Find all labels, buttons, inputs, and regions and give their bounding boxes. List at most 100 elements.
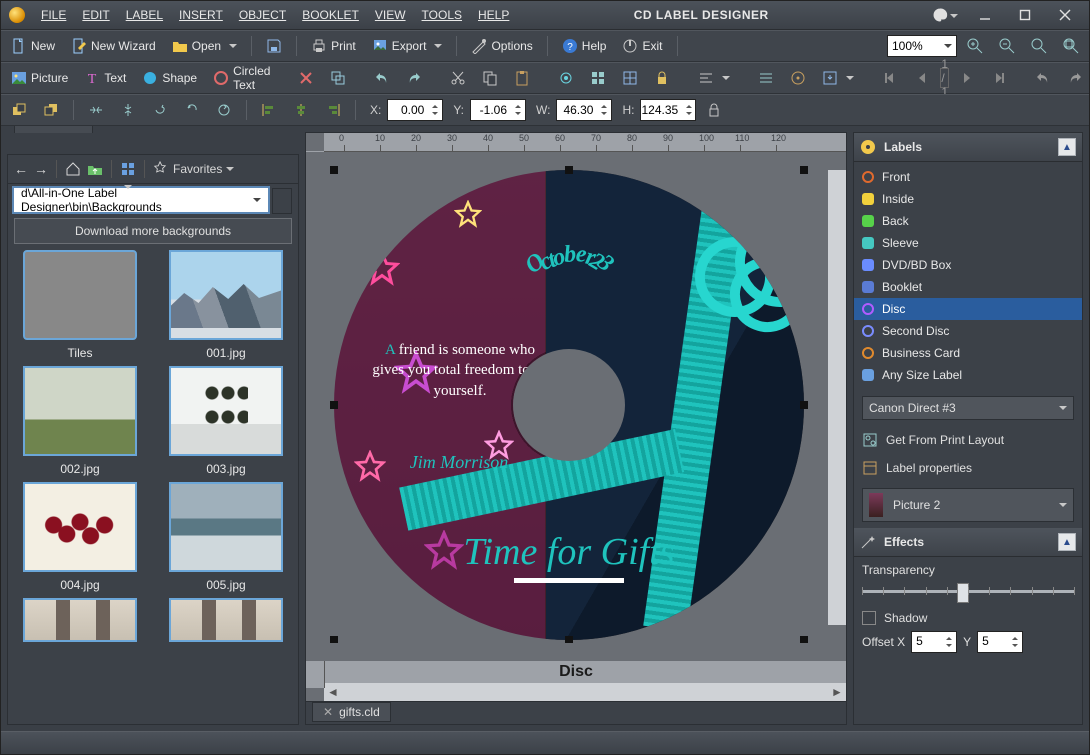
printer-combo[interactable]: Canon Direct #3 — [862, 396, 1074, 420]
menu-booklet[interactable]: BOOKLET — [294, 8, 367, 22]
theme-picker-button[interactable] — [925, 1, 965, 29]
label-row-any-size-label[interactable]: Any Size Label — [854, 364, 1082, 386]
thumbnail-item[interactable]: 005.jpg — [162, 482, 290, 592]
close-tab-icon[interactable]: ✕ — [323, 705, 333, 719]
handle-tr[interactable] — [800, 166, 808, 174]
label-row-second-disc[interactable]: Second Disc — [854, 320, 1082, 342]
options-button[interactable]: Options — [465, 34, 538, 58]
insert-picture-button[interactable]: Picture — [5, 66, 74, 90]
main-title-text[interactable]: Time for Gifts — [359, 530, 779, 574]
thumbnail-item[interactable]: 001.jpg — [162, 250, 290, 360]
label-row-back[interactable]: Back — [854, 210, 1082, 232]
help-button[interactable]: ?Help — [556, 34, 613, 58]
object-picker[interactable]: Picture 2 — [862, 488, 1074, 522]
handle-bl[interactable] — [330, 636, 338, 643]
menu-file[interactable]: FILE — [33, 8, 74, 22]
paste-button[interactable] — [508, 66, 536, 90]
align-menu-button[interactable] — [692, 66, 736, 90]
effects-button[interactable] — [552, 66, 580, 90]
redo-button[interactable] — [1061, 66, 1089, 90]
window-close-button[interactable] — [1045, 1, 1085, 29]
insert-text-button[interactable]: TText — [78, 66, 132, 90]
canvas-scroll-v[interactable] — [828, 170, 846, 625]
cut-button[interactable] — [444, 66, 472, 90]
label-row-booklet[interactable]: Booklet — [854, 276, 1082, 298]
collapse-labels-button[interactable]: ▲ — [1058, 138, 1076, 156]
menu-help[interactable]: HELP — [470, 8, 517, 22]
cddb-button[interactable] — [784, 66, 812, 90]
import-tracks-button[interactable] — [816, 66, 860, 90]
handle-bm[interactable] — [565, 636, 573, 643]
label-row-dvd-bd-box[interactable]: DVD/BD Box — [854, 254, 1082, 276]
label-properties-link[interactable]: Label properties — [854, 454, 1082, 482]
labels-section-header[interactable]: Labels ▲ — [854, 133, 1082, 162]
insert-circled-text-button[interactable]: Circled Text — [207, 66, 276, 90]
nav-forward-button[interactable]: → — [34, 161, 48, 177]
guides-button[interactable] — [616, 66, 644, 90]
rotate-left-button[interactable] — [146, 98, 174, 122]
window-minimize-button[interactable] — [965, 1, 1005, 29]
print-button[interactable]: Print — [305, 34, 362, 58]
x-input[interactable]: 0.00 — [387, 99, 443, 121]
menu-view[interactable]: VIEW — [367, 8, 414, 22]
view-mode-button[interactable] — [120, 161, 136, 177]
y-input[interactable]: -1.06 — [470, 99, 526, 121]
zoom-in-button[interactable] — [961, 34, 989, 58]
exit-button[interactable]: Exit — [616, 34, 668, 58]
send-back-button[interactable] — [37, 98, 65, 122]
lock-aspect-button[interactable] — [700, 98, 728, 122]
label-row-sleeve[interactable]: Sleeve — [854, 232, 1082, 254]
copy-button[interactable] — [476, 66, 504, 90]
thumbnail-item[interactable] — [162, 598, 290, 642]
disc-surface[interactable]: October 23 A friend is someone who gives… — [334, 170, 804, 640]
redo-small-button[interactable] — [400, 66, 428, 90]
prev-page-button[interactable] — [908, 66, 936, 90]
undo-button[interactable] — [1029, 66, 1057, 90]
nav-back-button[interactable]: ← — [14, 161, 28, 177]
thumbnail-item[interactable]: 004.jpg — [16, 482, 144, 592]
new-button[interactable]: New — [5, 34, 61, 58]
path-combo[interactable]: d\All-in-One Label Designer\bin\Backgrou… — [14, 188, 268, 212]
design-canvas[interactable]: October 23 A friend is someone who gives… — [324, 152, 828, 643]
thumbnail-item[interactable] — [16, 598, 144, 642]
menu-edit[interactable]: EDIT — [74, 8, 117, 22]
menu-tools[interactable]: TOOLS — [414, 8, 470, 22]
label-row-inside[interactable]: Inside — [854, 188, 1082, 210]
flip-h-button[interactable] — [82, 98, 110, 122]
lock-button[interactable] — [648, 66, 676, 90]
last-page-button[interactable] — [985, 66, 1013, 90]
collapse-effects-button[interactable]: ▲ — [1058, 533, 1076, 551]
first-page-button[interactable] — [876, 66, 904, 90]
label-row-business-card[interactable]: Business Card — [854, 342, 1082, 364]
new-wizard-button[interactable]: New Wizard — [65, 34, 162, 58]
handle-mr[interactable] — [800, 401, 808, 409]
offset-y-input[interactable]: 5 — [977, 631, 1023, 653]
handle-br[interactable] — [800, 636, 808, 643]
quote-text[interactable]: A friend is someone who gives you total … — [370, 340, 550, 401]
delete-button[interactable] — [292, 66, 320, 90]
shadow-checkbox[interactable]: Shadow — [862, 611, 1074, 625]
zoom-actual-button[interactable] — [1057, 34, 1085, 58]
w-input[interactable]: 46.30 — [556, 99, 612, 121]
home-button[interactable] — [65, 161, 81, 177]
rotate-right-button[interactable] — [178, 98, 206, 122]
arc-text[interactable]: October 23 — [429, 240, 709, 267]
tracks-button[interactable] — [752, 66, 780, 90]
grid-button[interactable] — [584, 66, 612, 90]
thumbnail-item[interactable]: 003.jpg — [162, 366, 290, 476]
handle-tl[interactable] — [330, 166, 338, 174]
up-folder-button[interactable] — [87, 161, 103, 177]
align-center-h-button[interactable] — [287, 98, 315, 122]
export-button[interactable]: Export — [366, 34, 449, 58]
transparency-slider[interactable] — [862, 581, 1074, 601]
path-go-button[interactable] — [272, 188, 292, 214]
selected-object[interactable]: October 23 A friend is someone who gives… — [334, 170, 804, 640]
next-page-button[interactable] — [953, 66, 981, 90]
label-row-front[interactable]: Front — [854, 166, 1082, 188]
rotate-free-button[interactable] — [210, 98, 238, 122]
undo-small-button[interactable] — [368, 66, 396, 90]
download-backgrounds-button[interactable]: Download more backgrounds — [14, 218, 292, 244]
zoom-fit-button[interactable] — [1025, 34, 1053, 58]
handle-tm[interactable] — [565, 166, 573, 174]
align-right-button[interactable] — [319, 98, 347, 122]
